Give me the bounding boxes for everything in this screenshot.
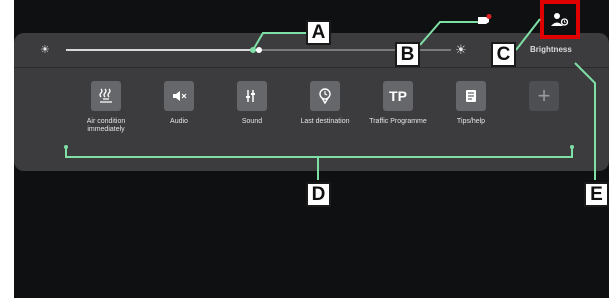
callout-line-a: [252, 32, 306, 51]
callout-b: B: [395, 42, 420, 67]
callout-lines: [64, 18, 596, 180]
callout-line-c: [515, 18, 541, 51]
callout-line-d: [65, 147, 573, 158]
callout-dot-d-left: [64, 145, 68, 149]
callout-line-e: [574, 62, 596, 180]
callout-c: C: [491, 42, 516, 67]
callout-a: A: [306, 20, 331, 45]
callout-dot-d-right: [570, 145, 574, 149]
callout-e: E: [584, 182, 609, 207]
callout-line-b: [419, 21, 478, 46]
callout-dot-a: [250, 47, 256, 53]
callout-d: D: [306, 182, 331, 207]
